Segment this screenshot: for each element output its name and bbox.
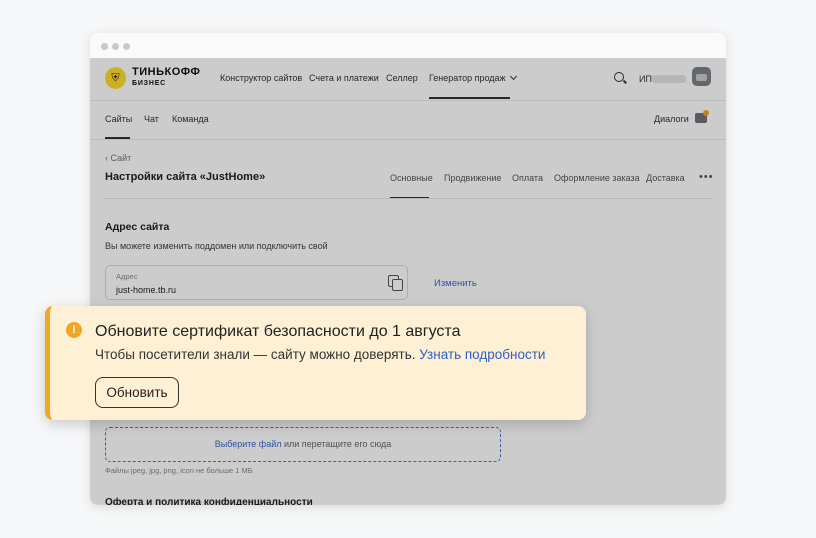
warning-icon: ! — [66, 322, 82, 338]
certificate-warning-banner: ! Обновите сертификат безопасности до 1 … — [45, 306, 586, 420]
window-dot — [112, 43, 119, 50]
banner-title: Обновите сертификат безопасности до 1 ав… — [95, 323, 461, 340]
banner-body: Чтобы посетители знали — сайту можно дов… — [95, 347, 420, 362]
banner-text: Чтобы посетители знали — сайту можно дов… — [95, 347, 545, 362]
update-button[interactable]: Обновить — [95, 377, 179, 408]
window-dot — [123, 43, 130, 50]
window-dot — [101, 43, 108, 50]
desktop-background: ⛨ ТИНЬКОФФ БИЗНЕС Конструктор сайтов Сче… — [0, 0, 816, 538]
learn-more-link[interactable]: Узнать подробности — [419, 347, 545, 362]
window-titlebar — [90, 33, 726, 59]
modal-overlay[interactable] — [90, 58, 726, 505]
